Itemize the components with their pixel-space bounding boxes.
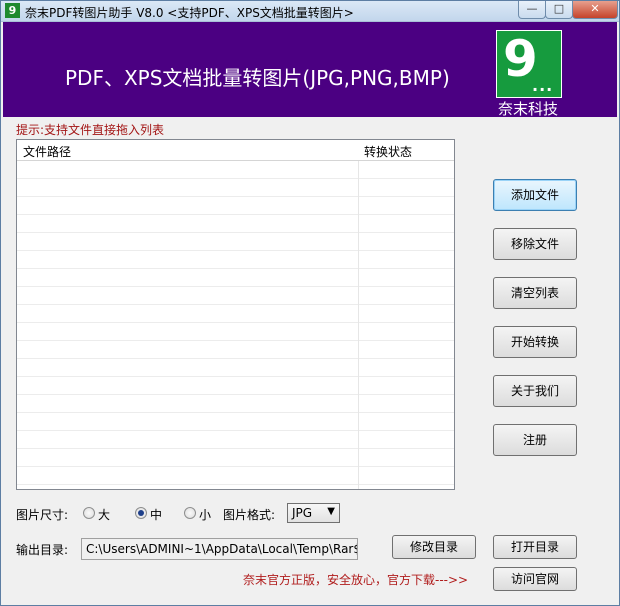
- open-dir-button[interactable]: 打开目录: [493, 535, 577, 559]
- logo-dots: ...: [532, 76, 554, 95]
- chevron-down-icon: ▼: [327, 506, 335, 517]
- visit-site-button[interactable]: 访问官网: [493, 567, 577, 591]
- file-list-rows[interactable]: [17, 161, 454, 489]
- modify-dir-button[interactable]: 修改目录: [392, 535, 476, 559]
- app-icon: 9: [5, 3, 20, 18]
- promo-text: 奈末官方正版，安全放心，官方下载--->>: [243, 573, 469, 587]
- size-large-radio[interactable]: [83, 507, 95, 519]
- image-format-label: 图片格式:: [223, 508, 276, 522]
- output-dir-label: 输出目录:: [16, 543, 69, 557]
- logo-text: 奈末科技: [498, 100, 559, 118]
- column-header-path[interactable]: 文件路径: [23, 143, 71, 160]
- add-file-button[interactable]: 添加文件: [493, 179, 577, 211]
- column-header-status[interactable]: 转换状态: [364, 143, 412, 160]
- about-us-button[interactable]: 关于我们: [493, 375, 577, 407]
- window-title: 奈末PDF转图片助手 V8.0 <支持PDF、XPS文档批量转图片>: [25, 6, 354, 20]
- remove-file-button[interactable]: 移除文件: [493, 228, 577, 260]
- image-size-label: 图片尺寸:: [16, 508, 69, 522]
- size-medium-radio[interactable]: [135, 507, 147, 519]
- minimize-button[interactable]: —: [518, 1, 546, 19]
- title-bar[interactable]: 9 奈末PDF转图片助手 V8.0 <支持PDF、XPS文档批量转图片> — □…: [1, 1, 619, 22]
- logo: 9 ...: [496, 30, 562, 98]
- start-convert-button[interactable]: 开始转换: [493, 326, 577, 358]
- maximize-button[interactable]: □: [545, 1, 573, 19]
- output-dir-field[interactable]: C:\Users\ADMINI~1\AppData\Local\Temp\Rar…: [81, 538, 358, 560]
- size-small-radio[interactable]: [184, 507, 196, 519]
- header-banner: PDF、XPS文档批量转图片(JPG,PNG,BMP) 9 ... 奈末科技: [3, 22, 617, 118]
- file-list[interactable]: 文件路径 转换状态: [16, 139, 455, 490]
- output-dir-path: C:\Users\ADMINI~1\AppData\Local\Temp\Rar…: [86, 542, 358, 556]
- size-small-label[interactable]: 小: [199, 506, 211, 523]
- image-format-value: JPG: [292, 506, 313, 520]
- app-window: 9 奈末PDF转图片助手 V8.0 <支持PDF、XPS文档批量转图片> — □…: [0, 0, 620, 606]
- banner-title: PDF、XPS文档批量转图片(JPG,PNG,BMP): [65, 66, 450, 90]
- size-medium-label[interactable]: 中: [150, 506, 162, 523]
- register-button[interactable]: 注册: [493, 424, 577, 456]
- image-format-select[interactable]: JPG ▼: [287, 503, 340, 523]
- close-button[interactable]: ✕: [572, 1, 618, 19]
- column-separator: [358, 140, 359, 489]
- file-list-header: 文件路径 转换状态: [17, 140, 454, 161]
- drag-hint: 提示:支持文件直接拖入列表: [16, 123, 165, 137]
- clear-list-button[interactable]: 清空列表: [493, 277, 577, 309]
- size-large-label[interactable]: 大: [98, 506, 110, 523]
